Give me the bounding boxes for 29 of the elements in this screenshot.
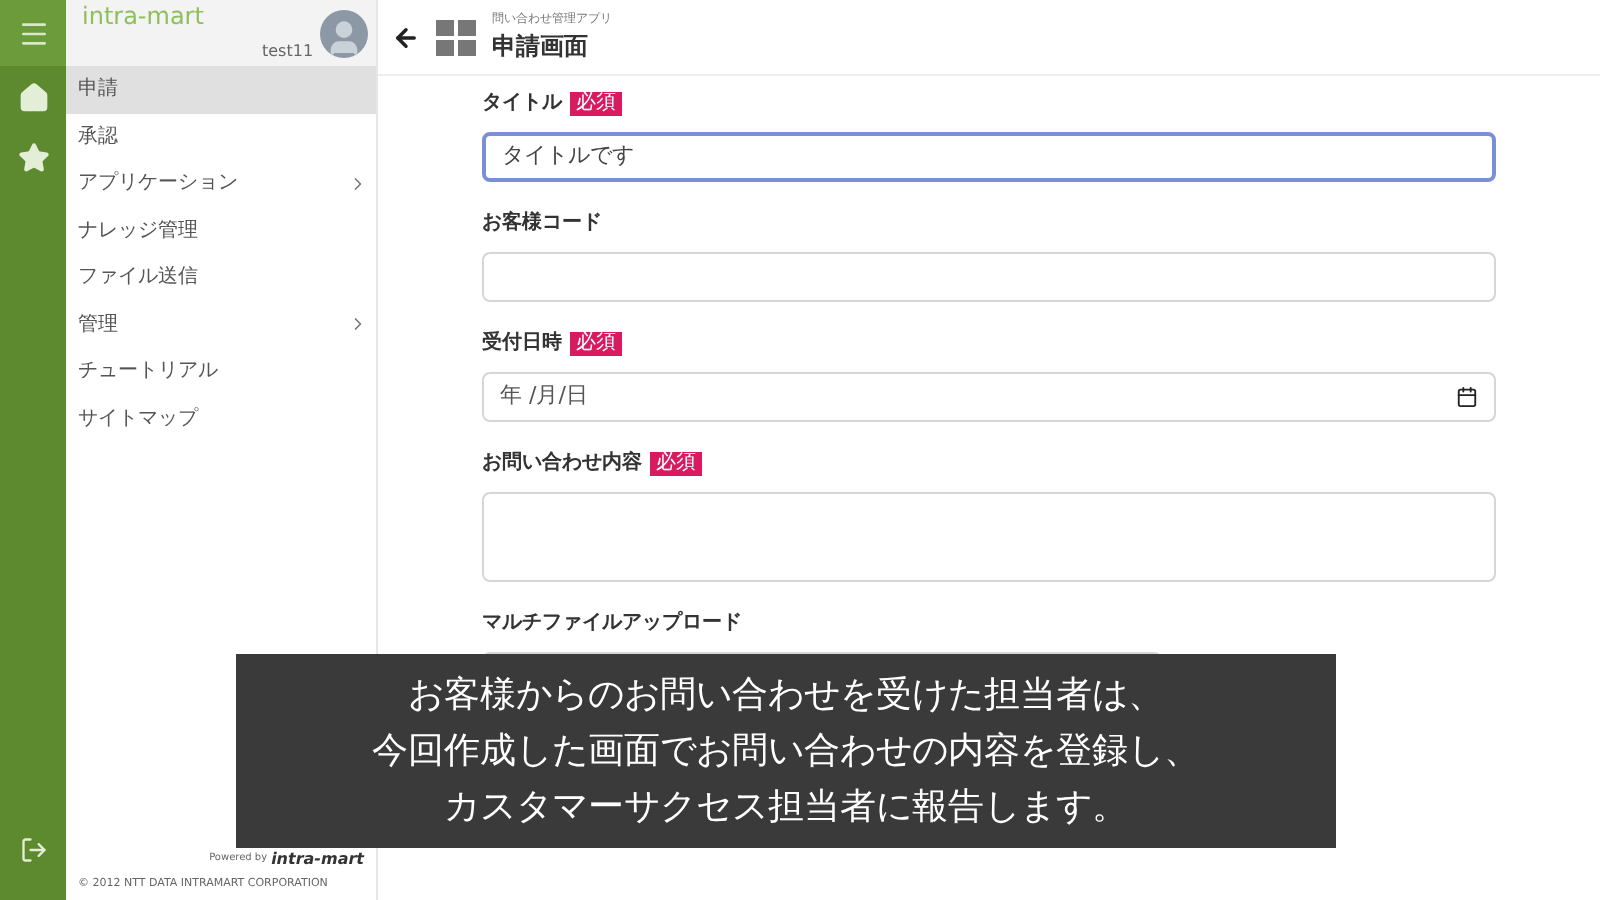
caption-line: お客様からのお問い合わせを受けた担当者は、 [408, 671, 1164, 719]
menu-button[interactable] [0, 0, 66, 66]
text-field[interactable] [482, 252, 1496, 302]
field-label: お客様コード [482, 208, 602, 238]
menu-icon[interactable] [17, 17, 49, 49]
logo-text: intra-mart [82, 3, 206, 27]
textarea-field[interactable] [482, 492, 1496, 582]
field-label: タイトル [482, 90, 562, 118]
text-field[interactable]: タイトルです [482, 132, 1496, 182]
field-label: お問い合わせ内容 [482, 448, 642, 478]
sidebar-item[interactable]: 申請 [66, 66, 376, 113]
calendar-icon[interactable] [1456, 386, 1478, 408]
required-badge: 必須 [650, 451, 702, 475]
user-name: test11 [262, 39, 314, 63]
field-label: 受付日時 [482, 329, 562, 358]
caption-line: 今回作成した画面でお問い合わせの内容を登録し、 [372, 727, 1200, 775]
date-field[interactable]: 年 /月/日 [482, 372, 1496, 422]
back-arrow-icon[interactable] [392, 23, 420, 51]
grid-icon[interactable] [436, 19, 476, 55]
field-label: マルチファイルアップロード [482, 608, 742, 638]
brand-logo: intra-mart [271, 847, 364, 872]
star-icon[interactable] [17, 142, 49, 174]
logout-icon[interactable] [19, 836, 47, 864]
required-badge: 必須 [570, 91, 622, 115]
required-badge: 必須 [570, 331, 622, 355]
avatar[interactable] [320, 9, 368, 57]
home-icon[interactable] [17, 82, 49, 114]
caption-line: カスタマーサクセス担当者に報告します。 [444, 783, 1128, 831]
page-title: 申請画面 [492, 30, 590, 64]
